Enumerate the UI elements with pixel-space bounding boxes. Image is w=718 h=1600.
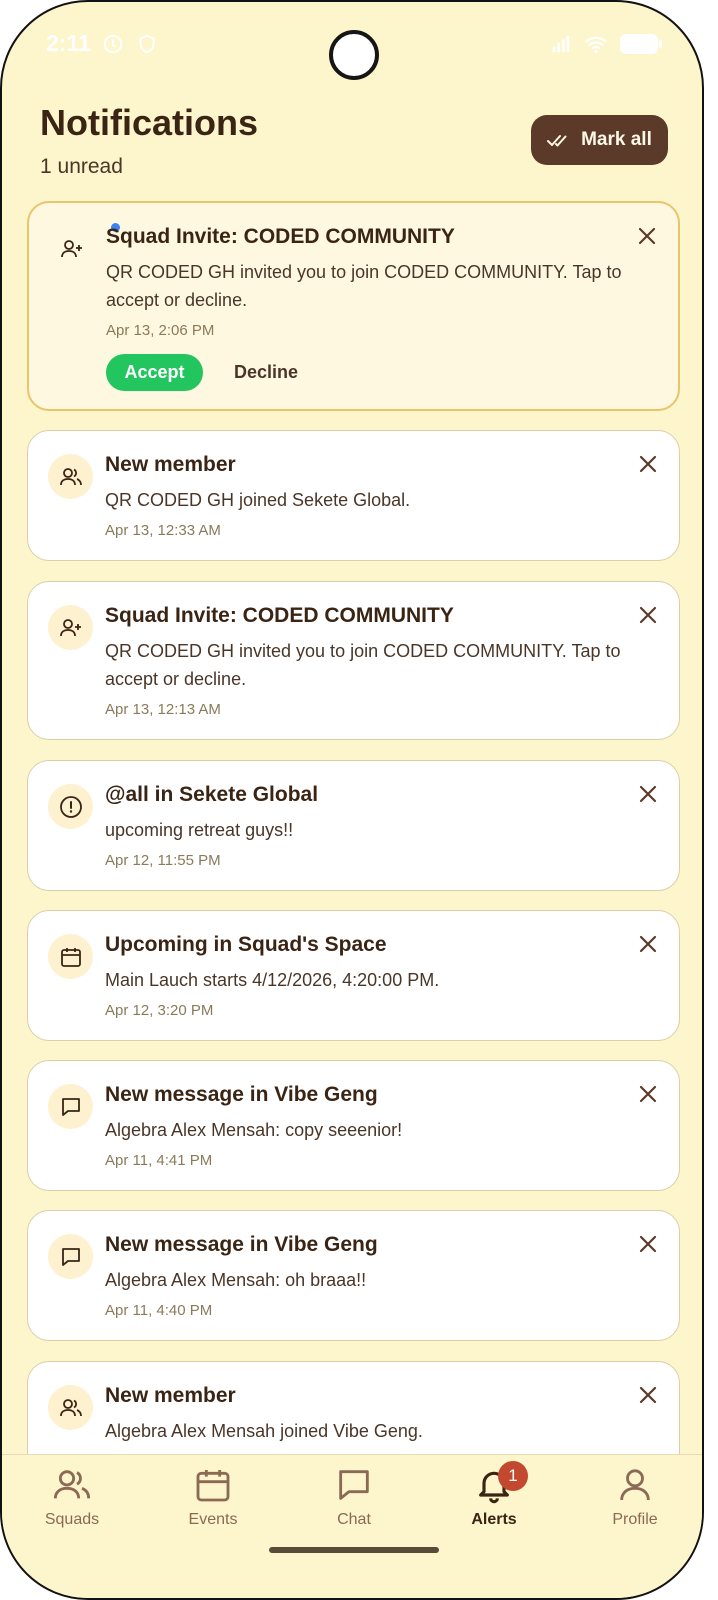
notification-time: Apr 12, 3:20 PM: [105, 1002, 214, 1019]
notification-title: New message in Vibe Geng: [105, 1083, 378, 1106]
message-icon: [48, 1084, 93, 1129]
tab-events[interactable]: Events: [163, 1465, 263, 1529]
users-icon: [53, 1470, 91, 1499]
user-icon: [620, 1469, 650, 1501]
tab-label: Alerts: [471, 1511, 517, 1528]
notification-title: Squad Invite: CODED COMMUNITY: [105, 604, 454, 627]
notification-card[interactable]: Squad Invite: CODED COMMUNITY QR CODED G…: [27, 201, 680, 411]
close-icon[interactable]: [637, 1233, 659, 1255]
close-icon[interactable]: [636, 225, 658, 247]
close-icon[interactable]: [637, 604, 659, 626]
notification-body: Main Lauch starts 4/12/2026, 4:20:00 PM.: [105, 970, 440, 990]
tab-label: Chat: [337, 1511, 371, 1528]
home-indicator[interactable]: [269, 1547, 439, 1553]
tab-label: Profile: [612, 1511, 658, 1528]
calendar-icon: [48, 934, 93, 979]
notification-title: New member: [105, 1384, 236, 1407]
alerts-badge: 1: [498, 1461, 528, 1491]
user-plus-icon: [49, 226, 94, 271]
notification-card[interactable]: Squad Invite: CODED COMMUNITY QR CODED G…: [27, 581, 680, 740]
close-icon[interactable]: [637, 1083, 659, 1105]
notification-body: Algebra Alex Mensah: oh braaa!!: [105, 1270, 367, 1290]
notification-body: Algebra Alex Mensah: copy seeenior!: [105, 1120, 403, 1140]
bottom-tab-bar: Squads Events Chat 1 Alerts Profile: [2, 1454, 702, 1598]
calendar-icon: [196, 1470, 230, 1502]
notification-time: Apr 13, 2:06 PM: [106, 322, 215, 339]
notification-body: upcoming retreat guys!!: [105, 820, 294, 840]
notification-body: QR CODED GH joined Sekete Global.: [105, 490, 411, 510]
user-plus-icon: [48, 605, 93, 650]
notification-title: Squad Invite: CODED COMMUNITY: [106, 225, 455, 248]
notification-body: QR CODED GH invited you to join CODED CO…: [106, 262, 622, 310]
close-icon[interactable]: [637, 1384, 659, 1406]
tab-squads[interactable]: Squads: [22, 1465, 122, 1529]
alert-circle-icon: [48, 784, 93, 829]
close-icon[interactable]: [637, 933, 659, 955]
notification-body: Algebra Alex Mensah joined Vibe Geng.: [105, 1421, 423, 1441]
message-icon: [339, 1470, 369, 1500]
notification-card[interactable]: New member QR CODED GH joined Sekete Glo…: [27, 430, 680, 561]
notification-title: New message in Vibe Geng: [105, 1233, 378, 1256]
users-icon: [48, 1385, 93, 1430]
notification-title: Upcoming in Squad's Space: [105, 933, 387, 956]
close-icon[interactable]: [637, 783, 659, 805]
tab-profile[interactable]: Profile: [585, 1465, 685, 1529]
tab-label: Squads: [44, 1511, 100, 1528]
notification-time: Apr 11, 4:41 PM: [105, 1152, 213, 1169]
notification-time: Apr 13, 12:33 AM: [105, 522, 221, 539]
notification-title: @all in Sekete Global: [105, 783, 319, 806]
notification-time: Apr 11, 4:40 PM: [105, 1302, 213, 1319]
tab-alerts[interactable]: 1 Alerts: [444, 1461, 544, 1529]
notification-title: New member: [105, 453, 236, 476]
notification-card[interactable]: New message in Vibe Geng Algebra Alex Me…: [27, 1060, 680, 1191]
notification-card[interactable]: @all in Sekete Global upcoming retreat g…: [27, 760, 680, 891]
accept-button[interactable]: Accept: [106, 354, 203, 391]
notifications-list: Squad Invite: CODED COMMUNITY QR CODED G…: [2, 2, 702, 1598]
notification-time: Apr 12, 11:55 PM: [105, 852, 221, 869]
notification-card[interactable]: Upcoming in Squad's Space Main Lauch sta…: [27, 910, 680, 1041]
phone-screen: 2:11 Notifications 1 unread Mark all Squ…: [0, 0, 704, 1600]
close-icon[interactable]: [637, 453, 659, 475]
message-icon: [48, 1234, 93, 1279]
notification-body: QR CODED GH invited you to join CODED CO…: [105, 641, 621, 689]
tab-chat[interactable]: Chat: [304, 1465, 404, 1529]
notification-time: Apr 13, 12:13 AM: [105, 701, 221, 718]
decline-button[interactable]: Decline: [234, 362, 298, 383]
users-icon: [48, 454, 93, 499]
notification-card[interactable]: New message in Vibe Geng Algebra Alex Me…: [27, 1210, 680, 1341]
tab-label: Events: [188, 1511, 238, 1528]
